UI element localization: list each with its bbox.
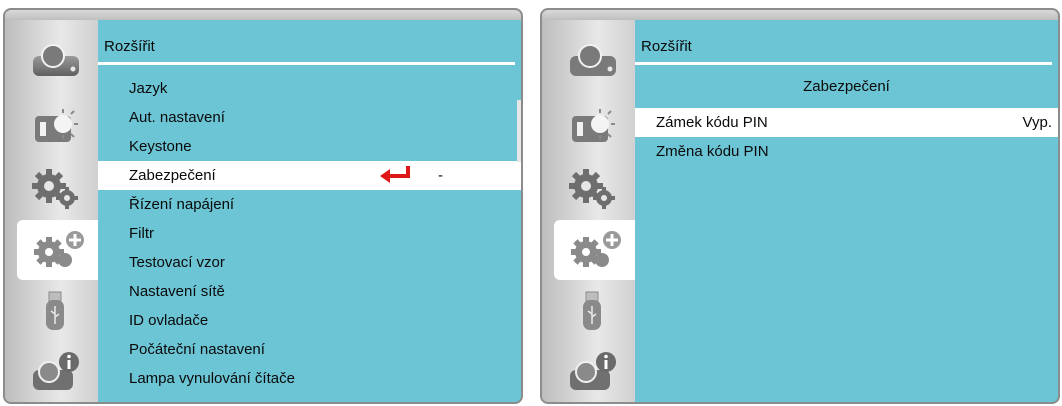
panel-top-bevel xyxy=(542,10,1058,20)
projector-icon xyxy=(33,44,79,76)
pin-lock-value: Vyp. xyxy=(1022,114,1052,131)
sidebar-item-usb[interactable] xyxy=(554,284,632,340)
sidebar-item-usb[interactable] xyxy=(17,284,95,340)
sidebar-item-info[interactable] xyxy=(17,344,95,400)
picture-brightness-icon xyxy=(35,109,78,142)
sidebar-item-info[interactable] xyxy=(554,344,632,400)
sidebar-item-picture[interactable] xyxy=(17,98,95,154)
menu-item-language[interactable]: Jazyk xyxy=(98,74,521,103)
left-menu-content: Rozšířit Jazyk Aut. nastavení Keystone Z… xyxy=(98,20,521,402)
info-icon xyxy=(570,352,616,390)
menu-item-network-settings[interactable]: Nastavení sítě xyxy=(98,277,521,306)
menu-item-security[interactable]: Zabezpečení - xyxy=(98,161,521,190)
enter-arrow-icon xyxy=(380,166,410,183)
settings-gears-icon xyxy=(32,169,78,209)
panel-top-bevel xyxy=(5,10,521,20)
left-menu-panel: Rozšířit Jazyk Aut. nastavení Keystone Z… xyxy=(3,8,523,404)
menu-title: Rozšířit xyxy=(641,38,692,55)
category-sidebar xyxy=(5,20,98,402)
menu-item-auto-setup[interactable]: Aut. nastavení xyxy=(98,103,521,132)
menu-item-label: Zabezpečení xyxy=(129,167,216,184)
submenu-title: Zabezpečení xyxy=(803,78,890,95)
menu-item-keystone[interactable]: Keystone xyxy=(98,132,521,161)
header-divider xyxy=(98,62,515,65)
menu-item-label: Řízení napájení xyxy=(129,196,235,213)
usb-icon xyxy=(46,291,64,330)
menu-item-pin-lock[interactable]: Zámek kódu PIN Vyp. xyxy=(635,108,1058,137)
sidebar-item-image[interactable] xyxy=(554,32,632,88)
advanced-settings-icon xyxy=(33,231,84,267)
right-menu-content: Rozšířit Zabezpečení Zámek kódu PIN Vyp.… xyxy=(635,20,1058,402)
menu-item-filter[interactable]: Filtr xyxy=(98,219,521,248)
scrollbar[interactable] xyxy=(517,100,521,162)
sidebar-item-setup[interactable] xyxy=(17,160,95,216)
category-sidebar xyxy=(542,20,635,402)
security-value: - xyxy=(438,167,443,184)
menu-item-label: Zámek kódu PIN xyxy=(656,114,768,131)
menu-item-initial-settings[interactable]: Počáteční nastavení xyxy=(98,335,521,364)
menu-header: Rozšířit xyxy=(98,20,521,65)
menu-item-label: Počáteční nastavení xyxy=(129,341,265,358)
info-icon xyxy=(33,352,79,390)
menu-item-label: Lampa vynulování čítače xyxy=(129,370,295,387)
projector-icon xyxy=(570,44,616,76)
menu-item-label: Testovací vzor xyxy=(129,254,225,271)
menu-item-control-id[interactable]: ID ovladače xyxy=(98,306,521,335)
picture-brightness-icon xyxy=(572,109,615,142)
sidebar-item-image[interactable] xyxy=(17,32,95,88)
menu-title: Rozšířit xyxy=(104,38,155,55)
sidebar-item-advanced[interactable] xyxy=(17,220,98,280)
menu-item-test-pattern[interactable]: Testovací vzor xyxy=(98,248,521,277)
settings-gears-icon xyxy=(569,169,615,209)
advanced-settings-icon xyxy=(570,231,621,267)
menu-item-label: Filtr xyxy=(129,225,154,242)
sidebar-item-setup[interactable] xyxy=(554,160,632,216)
menu-item-label: Jazyk xyxy=(129,80,168,97)
menu-item-label: Keystone xyxy=(129,138,192,155)
right-menu-panel: Rozšířit Zabezpečení Zámek kódu PIN Vyp.… xyxy=(540,8,1060,404)
menu-item-label: Změna kódu PIN xyxy=(656,143,769,160)
sidebar-item-advanced[interactable] xyxy=(554,220,635,280)
menu-item-power-management[interactable]: Řízení napájení xyxy=(98,190,521,219)
menu-item-label: Aut. nastavení xyxy=(129,109,225,126)
sidebar-item-picture[interactable] xyxy=(554,98,632,154)
menu-item-lamp-counter-reset[interactable]: Lampa vynulování čítače xyxy=(98,364,521,393)
menu-item-label: Nastavení sítě xyxy=(129,283,225,300)
menu-item-label: ID ovladače xyxy=(129,312,209,329)
header-divider xyxy=(635,62,1052,65)
menu-header: Rozšířit xyxy=(635,20,1058,65)
usb-icon xyxy=(583,291,601,330)
menu-item-change-pin[interactable]: Změna kódu PIN xyxy=(635,137,1058,166)
